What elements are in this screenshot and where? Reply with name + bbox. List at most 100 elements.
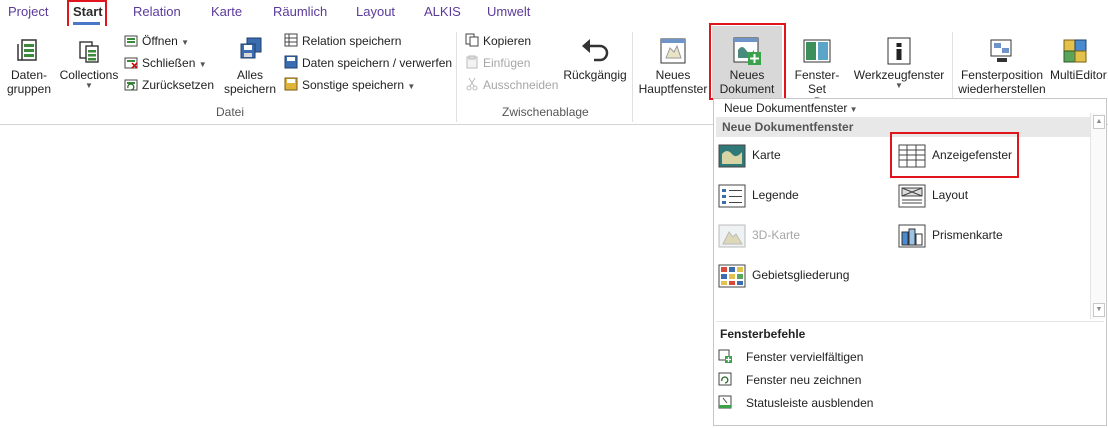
3d-karte-label: 3D-Karte <box>752 228 801 242</box>
daten-speichern-button[interactable]: Daten speichern / verwerfen <box>284 54 452 72</box>
group-label-zwischenablage: Zwischenablage <box>502 105 589 119</box>
tab-project[interactable]: Project <box>8 4 48 19</box>
werkzeugfenster-button[interactable]: Werkzeugfenster ▼ <box>852 34 946 90</box>
sonstige-speichern-button[interactable]: Sonstige speichern ▼ <box>284 76 415 94</box>
collections-button[interactable]: Collections ▼ <box>58 34 120 90</box>
fenster-neu-zeichnen-item[interactable]: Fenster neu zeichnen <box>718 370 861 390</box>
datengruppen-button[interactable]: Daten- gruppen <box>6 34 52 96</box>
chevron-down-icon: ▼ <box>181 38 190 47</box>
collections-label: Collections <box>59 68 119 82</box>
puzzle-icon <box>1058 34 1092 68</box>
fensterposition-label-2: wiederherstellen <box>958 82 1046 96</box>
redraw-window-icon <box>718 372 732 386</box>
gebietsgliederung-label: Gebietsgliederung <box>752 268 850 282</box>
ribbon-tab-bar: Project Start Relation Karte Räumlich La… <box>0 0 1108 25</box>
statusleiste-ausblenden-label: Statusleiste ausblenden <box>746 396 874 410</box>
sonstige-speichern-label: Sonstige speichern <box>302 78 405 92</box>
paste-icon <box>465 55 479 69</box>
neues-hauptfenster-label-1: Neues <box>655 68 691 82</box>
einfuegen-button[interactable]: Einfügen <box>465 54 530 72</box>
chevron-down-icon: ▼ <box>895 81 903 90</box>
map-icon <box>718 144 746 168</box>
zuruecksetzen-button[interactable]: Zurücksetzen <box>124 76 214 94</box>
scroll-down-icon[interactable]: ▼ <box>1093 303 1105 317</box>
fensterposition-label-1: Fensterposition <box>960 68 1044 82</box>
zuruecksetzen-label: Zurücksetzen <box>142 78 215 92</box>
duplicate-window-icon <box>718 349 732 363</box>
alles-speichern-label-2: speichern <box>223 82 277 96</box>
statusbar-icon <box>718 395 732 409</box>
group-separator <box>456 32 457 122</box>
tab-umwelt[interactable]: Umwelt <box>487 4 530 19</box>
fenster-vervielfaeltigen-label: Fenster vervielfältigen <box>746 350 864 364</box>
save-other-icon <box>284 77 298 91</box>
fenster-vervielfaeltigen-item[interactable]: Fenster vervielfältigen <box>718 347 863 367</box>
dropdown-item-3d-karte[interactable]: 3D-Karte <box>718 223 800 249</box>
schliessen-button[interactable]: Schließen ▼ <box>124 54 207 72</box>
save-table-icon <box>284 33 298 47</box>
dropdown-item-legende[interactable]: Legende <box>718 183 799 209</box>
open-icon <box>124 33 138 47</box>
fensterbefehle-title: Fensterbefehle <box>720 327 806 341</box>
dropdown-item-gebietsgliederung[interactable]: Gebietsgliederung <box>718 263 849 289</box>
dropdown-header[interactable]: Neue Dokumentfenster ▼ <box>724 101 858 115</box>
group-label-datei: Datei <box>216 105 245 119</box>
fensterposition-button[interactable]: Fensterposition wiederherstellen <box>956 34 1048 96</box>
reset-icon <box>124 77 138 91</box>
dropdown-scrollbar[interactable]: ▲ ▼ <box>1090 113 1105 319</box>
restore-window-position-icon <box>985 34 1019 68</box>
tab-karte[interactable]: Karte <box>211 4 242 19</box>
multieditor-button[interactable]: MultiEditor <box>1050 34 1108 82</box>
rueckgaengig-button[interactable]: Rückgängig <box>562 34 628 82</box>
statusleiste-ausblenden-item[interactable]: Statusleiste ausblenden <box>718 393 873 413</box>
info-icon <box>882 34 916 68</box>
werkzeugfenster-label: Werkzeugfenster <box>853 68 945 82</box>
relation-speichern-button[interactable]: Relation speichern <box>284 32 401 50</box>
alles-speichern-button[interactable]: Alles speichern <box>222 34 278 96</box>
chevron-down-icon: ▼ <box>847 105 858 114</box>
highlight-neues-dokument <box>709 23 786 100</box>
dropdown-divider <box>716 321 1104 322</box>
datengruppen-label-2: gruppen <box>6 82 52 96</box>
new-main-window-icon <box>656 34 690 68</box>
area-grid-icon <box>718 264 746 288</box>
kopieren-button[interactable]: Kopieren <box>465 32 531 50</box>
layout-label: Layout <box>932 188 969 202</box>
legend-icon <box>718 184 746 208</box>
tab-layout[interactable]: Layout <box>356 4 395 19</box>
save-all-icon <box>233 34 267 68</box>
ausschneiden-label: Ausschneiden <box>483 78 559 92</box>
oeffnen-button[interactable]: Öffnen ▼ <box>124 32 189 50</box>
copy-icon <box>465 33 479 47</box>
cut-icon <box>465 77 479 91</box>
3d-map-icon <box>718 224 746 248</box>
tab-alkis[interactable]: ALKIS <box>424 4 461 19</box>
chevron-down-icon: ▼ <box>407 82 416 91</box>
close-data-icon <box>124 55 138 69</box>
oeffnen-label: Öffnen <box>142 34 178 48</box>
dropdown-item-prismenkarte[interactable]: Prismenkarte <box>898 223 1003 249</box>
scroll-up-icon[interactable]: ▲ <box>1093 115 1105 129</box>
dropdown-header-label: Neue Dokumentfenster <box>724 101 848 115</box>
multieditor-label: MultiEditor <box>1050 68 1107 82</box>
neues-hauptfenster-label-2: Hauptfenster <box>638 82 708 96</box>
ausschneiden-button[interactable]: Ausschneiden <box>465 76 558 94</box>
highlight-start-tab <box>67 0 107 29</box>
dropdown-item-karte[interactable]: Karte <box>718 143 781 169</box>
chevron-down-icon: ▼ <box>198 60 207 69</box>
karte-label: Karte <box>752 148 781 162</box>
tab-raeumlich[interactable]: Räumlich <box>273 4 327 19</box>
fenster-set-button[interactable]: Fenster-Set ▼ <box>786 34 848 104</box>
tab-relation[interactable]: Relation <box>133 4 181 19</box>
highlight-anzeigefenster <box>890 132 1019 178</box>
alles-speichern-label-1: Alles <box>236 68 263 82</box>
dropdown-item-layout[interactable]: Layout <box>898 183 968 209</box>
data-groups-icon <box>12 34 46 68</box>
neues-hauptfenster-button[interactable]: Neues Hauptfenster <box>636 34 710 96</box>
einfuegen-label: Einfügen <box>483 56 531 70</box>
prism-map-icon <box>898 224 926 248</box>
legende-label: Legende <box>752 188 799 202</box>
relation-speichern-label: Relation speichern <box>302 34 402 48</box>
schliessen-label: Schließen <box>142 56 196 70</box>
window-set-icon <box>800 34 834 68</box>
